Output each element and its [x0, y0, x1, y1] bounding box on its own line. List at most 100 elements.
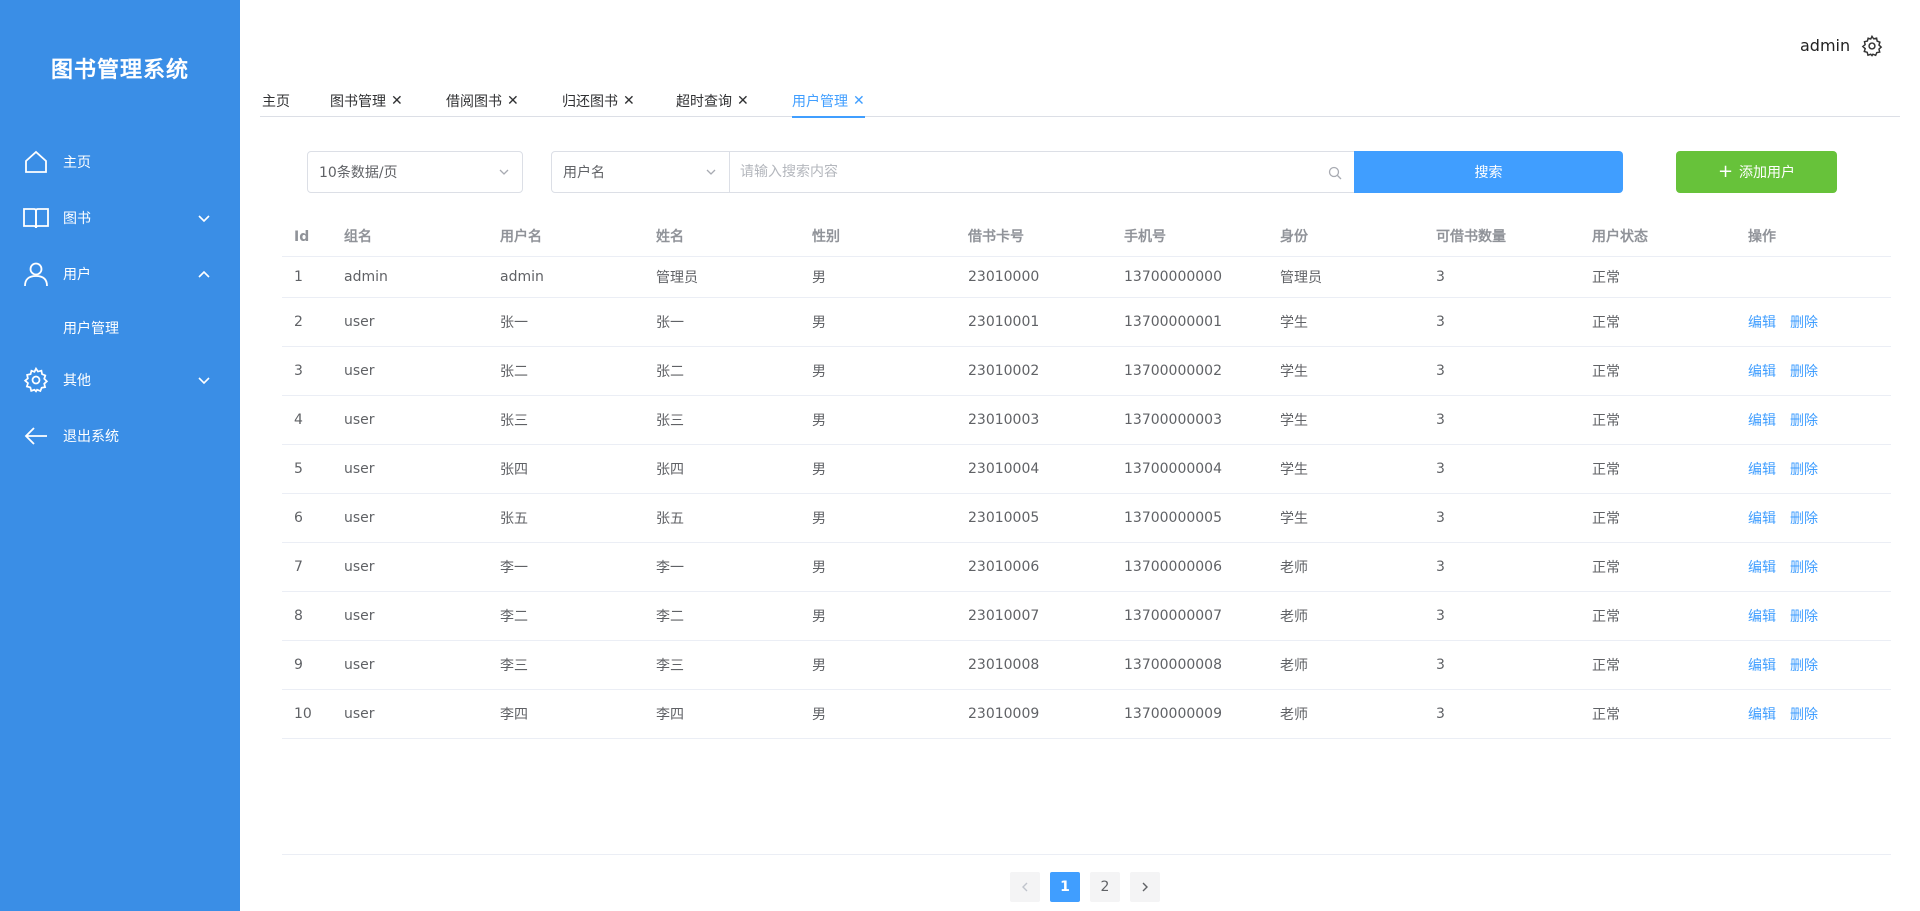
- table-cell: 13700000002: [1124, 363, 1222, 379]
- tab-book-management[interactable]: 图书管理 ✕: [330, 84, 403, 117]
- sidebar-item-label: 图书: [63, 211, 91, 227]
- sidebar-item-other[interactable]: 其他: [0, 352, 240, 408]
- table-cell: 3: [1436, 269, 1445, 285]
- user-icon: [22, 260, 50, 288]
- table-cell: 正常: [1592, 462, 1620, 478]
- tab-bar: 主页 图书管理 ✕ 借阅图书 ✕ 归还图书 ✕ 超时查询 ✕ 用户管理 ✕: [260, 84, 1900, 118]
- table-row: 10 user 李四 李四 男 23010009 13700000009 老师 3 正常 编辑 删除: [282, 690, 1891, 739]
- sidebar-item-home[interactable]: 主页: [0, 134, 240, 190]
- column-header: 姓名: [656, 229, 684, 245]
- sidebar-subitem-user-management[interactable]: 用户管理: [0, 303, 240, 353]
- table-cell: user: [344, 510, 375, 526]
- delete-link[interactable]: 删除: [1790, 606, 1818, 626]
- sidebar-item-users[interactable]: 用户: [0, 246, 240, 302]
- book-icon: [22, 204, 50, 232]
- table-cell: 正常: [1592, 560, 1620, 576]
- page-size-value: 10条数据/页: [319, 165, 398, 181]
- add-user-button[interactable]: + 添加用户: [1676, 151, 1837, 193]
- chevron-up-icon: [198, 270, 210, 278]
- table-cell: 张三: [500, 413, 528, 429]
- close-icon[interactable]: ✕: [623, 94, 635, 108]
- table-cell: 男: [812, 609, 826, 625]
- tab-user-management[interactable]: 用户管理 ✕: [792, 84, 865, 118]
- table-cell: 男: [812, 707, 826, 723]
- close-icon[interactable]: ✕: [391, 94, 403, 108]
- next-page-button[interactable]: [1130, 872, 1160, 902]
- tab-borrow-books[interactable]: 借阅图书 ✕: [446, 84, 519, 117]
- edit-link[interactable]: 编辑: [1748, 606, 1776, 626]
- table-cell: 13700000009: [1124, 706, 1222, 722]
- table-cell: user: [344, 314, 375, 330]
- search-button[interactable]: 搜索: [1354, 151, 1623, 193]
- search-field-select[interactable]: 用户名: [551, 151, 730, 193]
- table-cell: user: [344, 608, 375, 624]
- sidebar-item-books[interactable]: 图书: [0, 190, 240, 246]
- sidebar-item-label: 其他: [63, 373, 91, 389]
- page-button-2[interactable]: 2: [1090, 872, 1120, 902]
- edit-link[interactable]: 编辑: [1748, 410, 1776, 430]
- edit-link[interactable]: 编辑: [1748, 459, 1776, 479]
- table-cell: 老师: [1280, 707, 1308, 723]
- table-cell: 6: [294, 510, 303, 526]
- chevron-left-icon: [1022, 882, 1028, 892]
- table-cell: 学生: [1280, 315, 1308, 331]
- table-cell: 正常: [1592, 315, 1620, 331]
- column-header: 性别: [812, 229, 840, 245]
- chevron-down-icon: [198, 377, 210, 385]
- settings-gear-icon[interactable]: [1861, 35, 1883, 57]
- table-cell: 管理员: [656, 270, 698, 286]
- row-actions: 编辑 删除: [1748, 347, 1832, 395]
- table-row: 7 user 李一 李一 男 23010006 13700000006 老师 3 正常 编辑 删除: [282, 543, 1891, 592]
- edit-link[interactable]: 编辑: [1748, 655, 1776, 675]
- edit-link[interactable]: 编辑: [1748, 312, 1776, 332]
- table-cell: 老师: [1280, 560, 1308, 576]
- table-cell: user: [344, 657, 375, 673]
- table-cell: 正常: [1592, 658, 1620, 674]
- close-icon[interactable]: ✕: [853, 94, 865, 108]
- app-title: 图书管理系统: [50, 57, 189, 83]
- tab-overdue-query[interactable]: 超时查询 ✕: [676, 84, 749, 117]
- delete-link[interactable]: 删除: [1790, 557, 1818, 577]
- table-cell: 3: [1436, 559, 1445, 575]
- page-button-1[interactable]: 1: [1050, 872, 1080, 902]
- table-cell: 李二: [500, 609, 528, 625]
- table-cell: 学生: [1280, 462, 1308, 478]
- edit-link[interactable]: 编辑: [1748, 508, 1776, 528]
- tab-home[interactable]: 主页: [262, 84, 290, 117]
- search-input[interactable]: [729, 152, 1354, 192]
- edit-link[interactable]: 编辑: [1748, 361, 1776, 381]
- tab-label: 借阅图书: [446, 93, 502, 110]
- tab-return-books[interactable]: 归还图书 ✕: [562, 84, 635, 117]
- close-icon[interactable]: ✕: [507, 94, 519, 108]
- delete-link[interactable]: 删除: [1790, 508, 1818, 528]
- edit-link[interactable]: 编辑: [1748, 557, 1776, 577]
- sidebar-item-label: 用户: [63, 267, 91, 283]
- table-cell: 男: [812, 364, 826, 380]
- table-cell: user: [344, 461, 375, 477]
- table-cell: 张二: [500, 364, 528, 380]
- table-cell: 4: [294, 412, 303, 428]
- chevron-right-icon: [1142, 882, 1148, 892]
- table-cell: 23010008: [968, 657, 1040, 673]
- delete-link[interactable]: 删除: [1790, 312, 1818, 332]
- table-cell: 学生: [1280, 413, 1308, 429]
- prev-page-button[interactable]: [1010, 872, 1040, 902]
- close-icon[interactable]: ✕: [737, 94, 749, 108]
- delete-link[interactable]: 删除: [1790, 361, 1818, 381]
- delete-link[interactable]: 删除: [1790, 410, 1818, 430]
- column-header: Id: [294, 229, 310, 245]
- table-cell: 管理员: [1280, 270, 1322, 286]
- sidebar-item-logout[interactable]: 退出系统: [0, 408, 240, 464]
- delete-link[interactable]: 删除: [1790, 704, 1818, 724]
- table-cell: 张五: [656, 511, 684, 527]
- table-cell: 张四: [656, 462, 684, 478]
- table-cell: 23010006: [968, 559, 1040, 575]
- chevron-down-icon: [499, 169, 509, 175]
- delete-link[interactable]: 删除: [1790, 459, 1818, 479]
- delete-link[interactable]: 删除: [1790, 655, 1818, 675]
- table-cell: 老师: [1280, 609, 1308, 625]
- edit-link[interactable]: 编辑: [1748, 704, 1776, 724]
- sidebar: 图书管理系统 主页 图书 用户 用户管理 其他 退出系统: [0, 0, 240, 911]
- table-cell: 3: [1436, 363, 1445, 379]
- page-size-select[interactable]: 10条数据/页: [307, 151, 523, 193]
